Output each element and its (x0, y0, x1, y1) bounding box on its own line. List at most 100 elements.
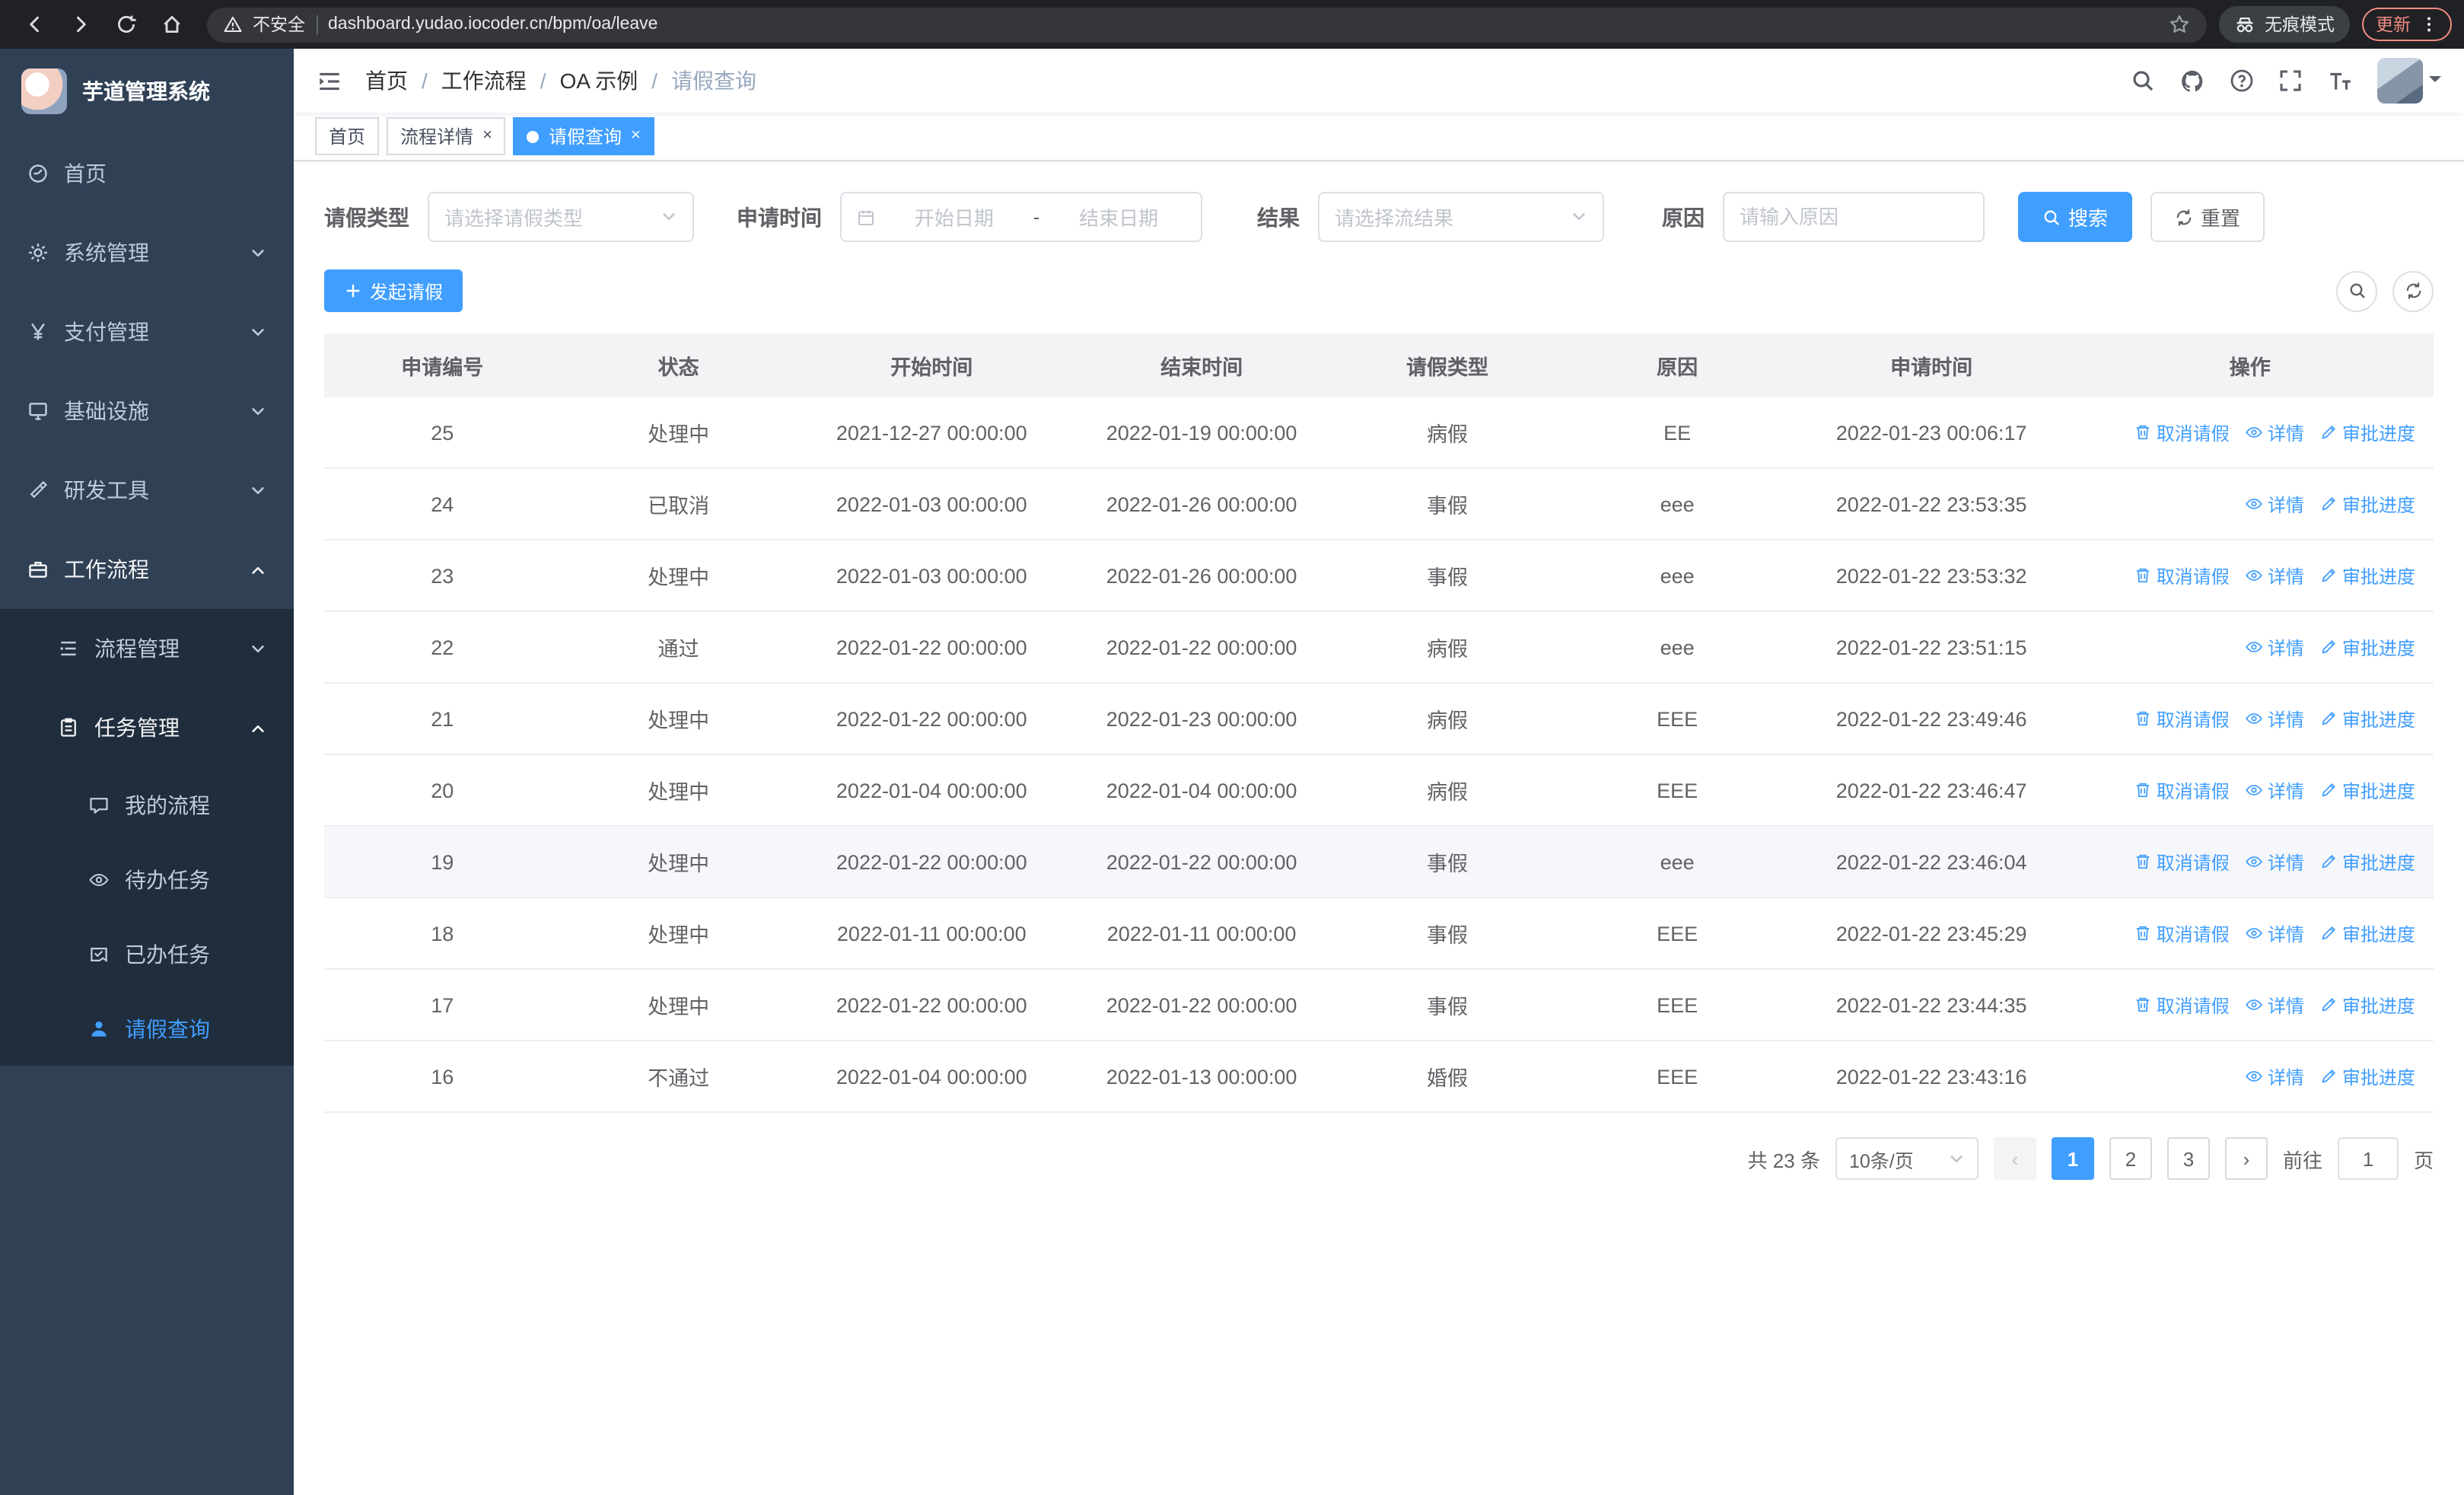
sidebar-item-done-tasks[interactable]: 已办任务 (0, 916, 294, 991)
table-row[interactable]: 25 处理中 2021-12-27 00:00:00 2022-01-19 00… (324, 397, 2434, 469)
table-row[interactable]: 21 处理中 2022-01-22 00:00:00 2022-01-23 00… (324, 684, 2434, 755)
app-logo[interactable]: 芋道管理系统 (0, 49, 294, 134)
leave-type-select[interactable]: 请选择请假类型 (428, 192, 694, 242)
font-size-icon[interactable] (2327, 68, 2353, 94)
search-icon[interactable] (2131, 69, 2155, 93)
cell-id: 18 (431, 922, 454, 945)
detail-link[interactable]: 详情 (2245, 491, 2304, 517)
kebab-menu-icon (2420, 15, 2438, 33)
cancel-leave-link[interactable]: 取消请假 (2134, 563, 2230, 588)
cancel-leave-link[interactable]: 取消请假 (2134, 706, 2230, 732)
sidebar-item-home[interactable]: 首页 (0, 134, 294, 213)
detail-link[interactable]: 详情 (2245, 920, 2304, 946)
breadcrumb-home[interactable]: 首页 (365, 65, 408, 96)
bookmark-star-icon[interactable] (2169, 14, 2190, 35)
approval-progress-link[interactable]: 审批进度 (2319, 634, 2415, 660)
cancel-leave-link[interactable]: 取消请假 (2134, 849, 2230, 875)
table-row[interactable]: 24 已取消 2022-01-03 00:00:00 2022-01-26 00… (324, 469, 2434, 540)
sidebar-item-workflow[interactable]: 工作流程 (0, 530, 294, 609)
approval-progress-link[interactable]: 审批进度 (2319, 491, 2415, 517)
reason-input[interactable] (1740, 206, 1968, 228)
apply-time-range-picker[interactable]: 开始日期 - 结束日期 (840, 192, 1202, 242)
edit-pen-icon (2319, 1067, 2338, 1085)
close-icon[interactable]: × (631, 127, 641, 145)
eye-icon (2245, 709, 2263, 728)
tab-leave-query[interactable]: 请假查询 × (513, 117, 654, 155)
cancel-leave-label: 取消请假 (2156, 852, 2230, 873)
sidebar-item-process-management[interactable]: 流程管理 (0, 609, 294, 688)
approval-progress-link[interactable]: 审批进度 (2319, 1063, 2415, 1089)
cancel-leave-link[interactable]: 取消请假 (2134, 777, 2230, 803)
sidebar-toggle-button[interactable] (317, 68, 342, 94)
tab-home[interactable]: 首页 (315, 117, 380, 155)
table-row[interactable]: 19 处理中 2022-01-22 00:00:00 2022-01-22 00… (324, 827, 2434, 898)
toggle-search-button[interactable] (2336, 270, 2377, 311)
page-button-2[interactable]: 2 (2109, 1137, 2152, 1180)
browser-forward-button[interactable] (61, 5, 100, 44)
github-icon[interactable] (2179, 68, 2205, 94)
page-button-1[interactable]: 1 (2051, 1137, 2094, 1180)
page-button-3[interactable]: 3 (2166, 1137, 2210, 1180)
browser-update-menu-button[interactable]: 更新 (2362, 8, 2452, 41)
help-icon[interactable] (2230, 69, 2254, 93)
sidebar-item-infrastructure[interactable]: 基础设施 (0, 371, 294, 451)
date-range-separator: - (1033, 206, 1040, 228)
cancel-leave-link[interactable]: 取消请假 (2134, 419, 2230, 445)
detail-link[interactable]: 详情 (2245, 563, 2304, 588)
sidebar-item-task-management[interactable]: 任务管理 (0, 688, 294, 767)
approval-progress-link[interactable]: 审批进度 (2319, 563, 2415, 588)
active-tab-dot (527, 130, 540, 142)
detail-link[interactable]: 详情 (2245, 992, 2304, 1018)
refresh-table-button[interactable] (2392, 270, 2434, 311)
close-icon[interactable]: × (482, 127, 492, 145)
detail-link[interactable]: 详情 (2245, 777, 2304, 803)
approval-progress-link[interactable]: 审批进度 (2319, 849, 2415, 875)
sidebar-item-todo-tasks[interactable]: 待办任务 (0, 842, 294, 916)
search-button[interactable]: 搜索 (2018, 192, 2133, 242)
table-row[interactable]: 20 处理中 2022-01-04 00:00:00 2022-01-04 00… (324, 755, 2434, 827)
sidebar-item-leave-query[interactable]: 请假查询 (0, 991, 294, 1066)
table-row[interactable]: 16 不通过 2022-01-04 00:00:00 2022-01-13 00… (324, 1041, 2434, 1113)
search-button-label: 搜索 (2068, 207, 2109, 230)
cell-start-time: 2022-01-22 00:00:00 (836, 850, 1027, 873)
detail-link[interactable]: 详情 (2245, 419, 2304, 445)
detail-link[interactable]: 详情 (2245, 849, 2304, 875)
cell-status: 通过 (657, 638, 699, 661)
approval-progress-link[interactable]: 审批进度 (2319, 777, 2415, 803)
approval-progress-link[interactable]: 审批进度 (2319, 920, 2415, 946)
fullscreen-icon[interactable] (2278, 69, 2303, 93)
cell-leave-type: 事假 (1427, 924, 1468, 947)
browser-back-button[interactable] (15, 5, 55, 44)
detail-link[interactable]: 详情 (2245, 1063, 2304, 1089)
user-menu[interactable] (2377, 58, 2441, 104)
cancel-leave-link[interactable]: 取消请假 (2134, 920, 2230, 946)
tab-process-detail[interactable]: 流程详情 × (387, 117, 506, 155)
browser-home-button[interactable] (152, 5, 192, 44)
browser-reload-button[interactable] (107, 5, 146, 44)
cancel-leave-link[interactable]: 取消请假 (2134, 992, 2230, 1018)
table-row[interactable]: 23 处理中 2022-01-03 00:00:00 2022-01-26 00… (324, 540, 2434, 612)
detail-link[interactable]: 详情 (2245, 706, 2304, 732)
page-size-select[interactable]: 10条/页 (1835, 1137, 1979, 1180)
approval-progress-link[interactable]: 审批进度 (2319, 419, 2415, 445)
approval-progress-link[interactable]: 审批进度 (2319, 706, 2415, 732)
goto-page-input[interactable] (2337, 1137, 2399, 1180)
table-row[interactable]: 18 处理中 2022-01-11 00:00:00 2022-01-11 00… (324, 898, 2434, 970)
sidebar-item-system-management[interactable]: 系统管理 (0, 213, 294, 292)
address-bar[interactable]: 不安全 dashboard.yudao.iocoder.cn/bpm/oa/le… (207, 7, 2207, 42)
approval-progress-link[interactable]: 审批进度 (2319, 992, 2415, 1018)
breadcrumb-workflow[interactable]: 工作流程 (441, 65, 527, 96)
reset-button[interactable]: 重置 (2150, 192, 2265, 242)
sidebar-item-payment-management[interactable]: 支付管理 (0, 292, 294, 371)
sidebar-item-my-processes[interactable]: 我的流程 (0, 767, 294, 842)
next-page-button[interactable]: › (2224, 1137, 2268, 1180)
table-row[interactable]: 17 处理中 2022-01-22 00:00:00 2022-01-22 00… (324, 970, 2434, 1041)
apply-time-label: 申请时间 (737, 205, 822, 229)
table-row[interactable]: 22 通过 2022-01-22 00:00:00 2022-01-22 00:… (324, 612, 2434, 684)
detail-link[interactable]: 详情 (2245, 634, 2304, 660)
breadcrumb-oa-example[interactable]: OA 示例 (560, 65, 638, 96)
result-select[interactable]: 请选择流结果 (1318, 192, 1604, 242)
prev-page-button[interactable]: ‹ (1993, 1137, 2036, 1180)
sidebar-item-dev-tools[interactable]: 研发工具 (0, 451, 294, 530)
create-leave-button[interactable]: 发起请假 (324, 269, 463, 312)
